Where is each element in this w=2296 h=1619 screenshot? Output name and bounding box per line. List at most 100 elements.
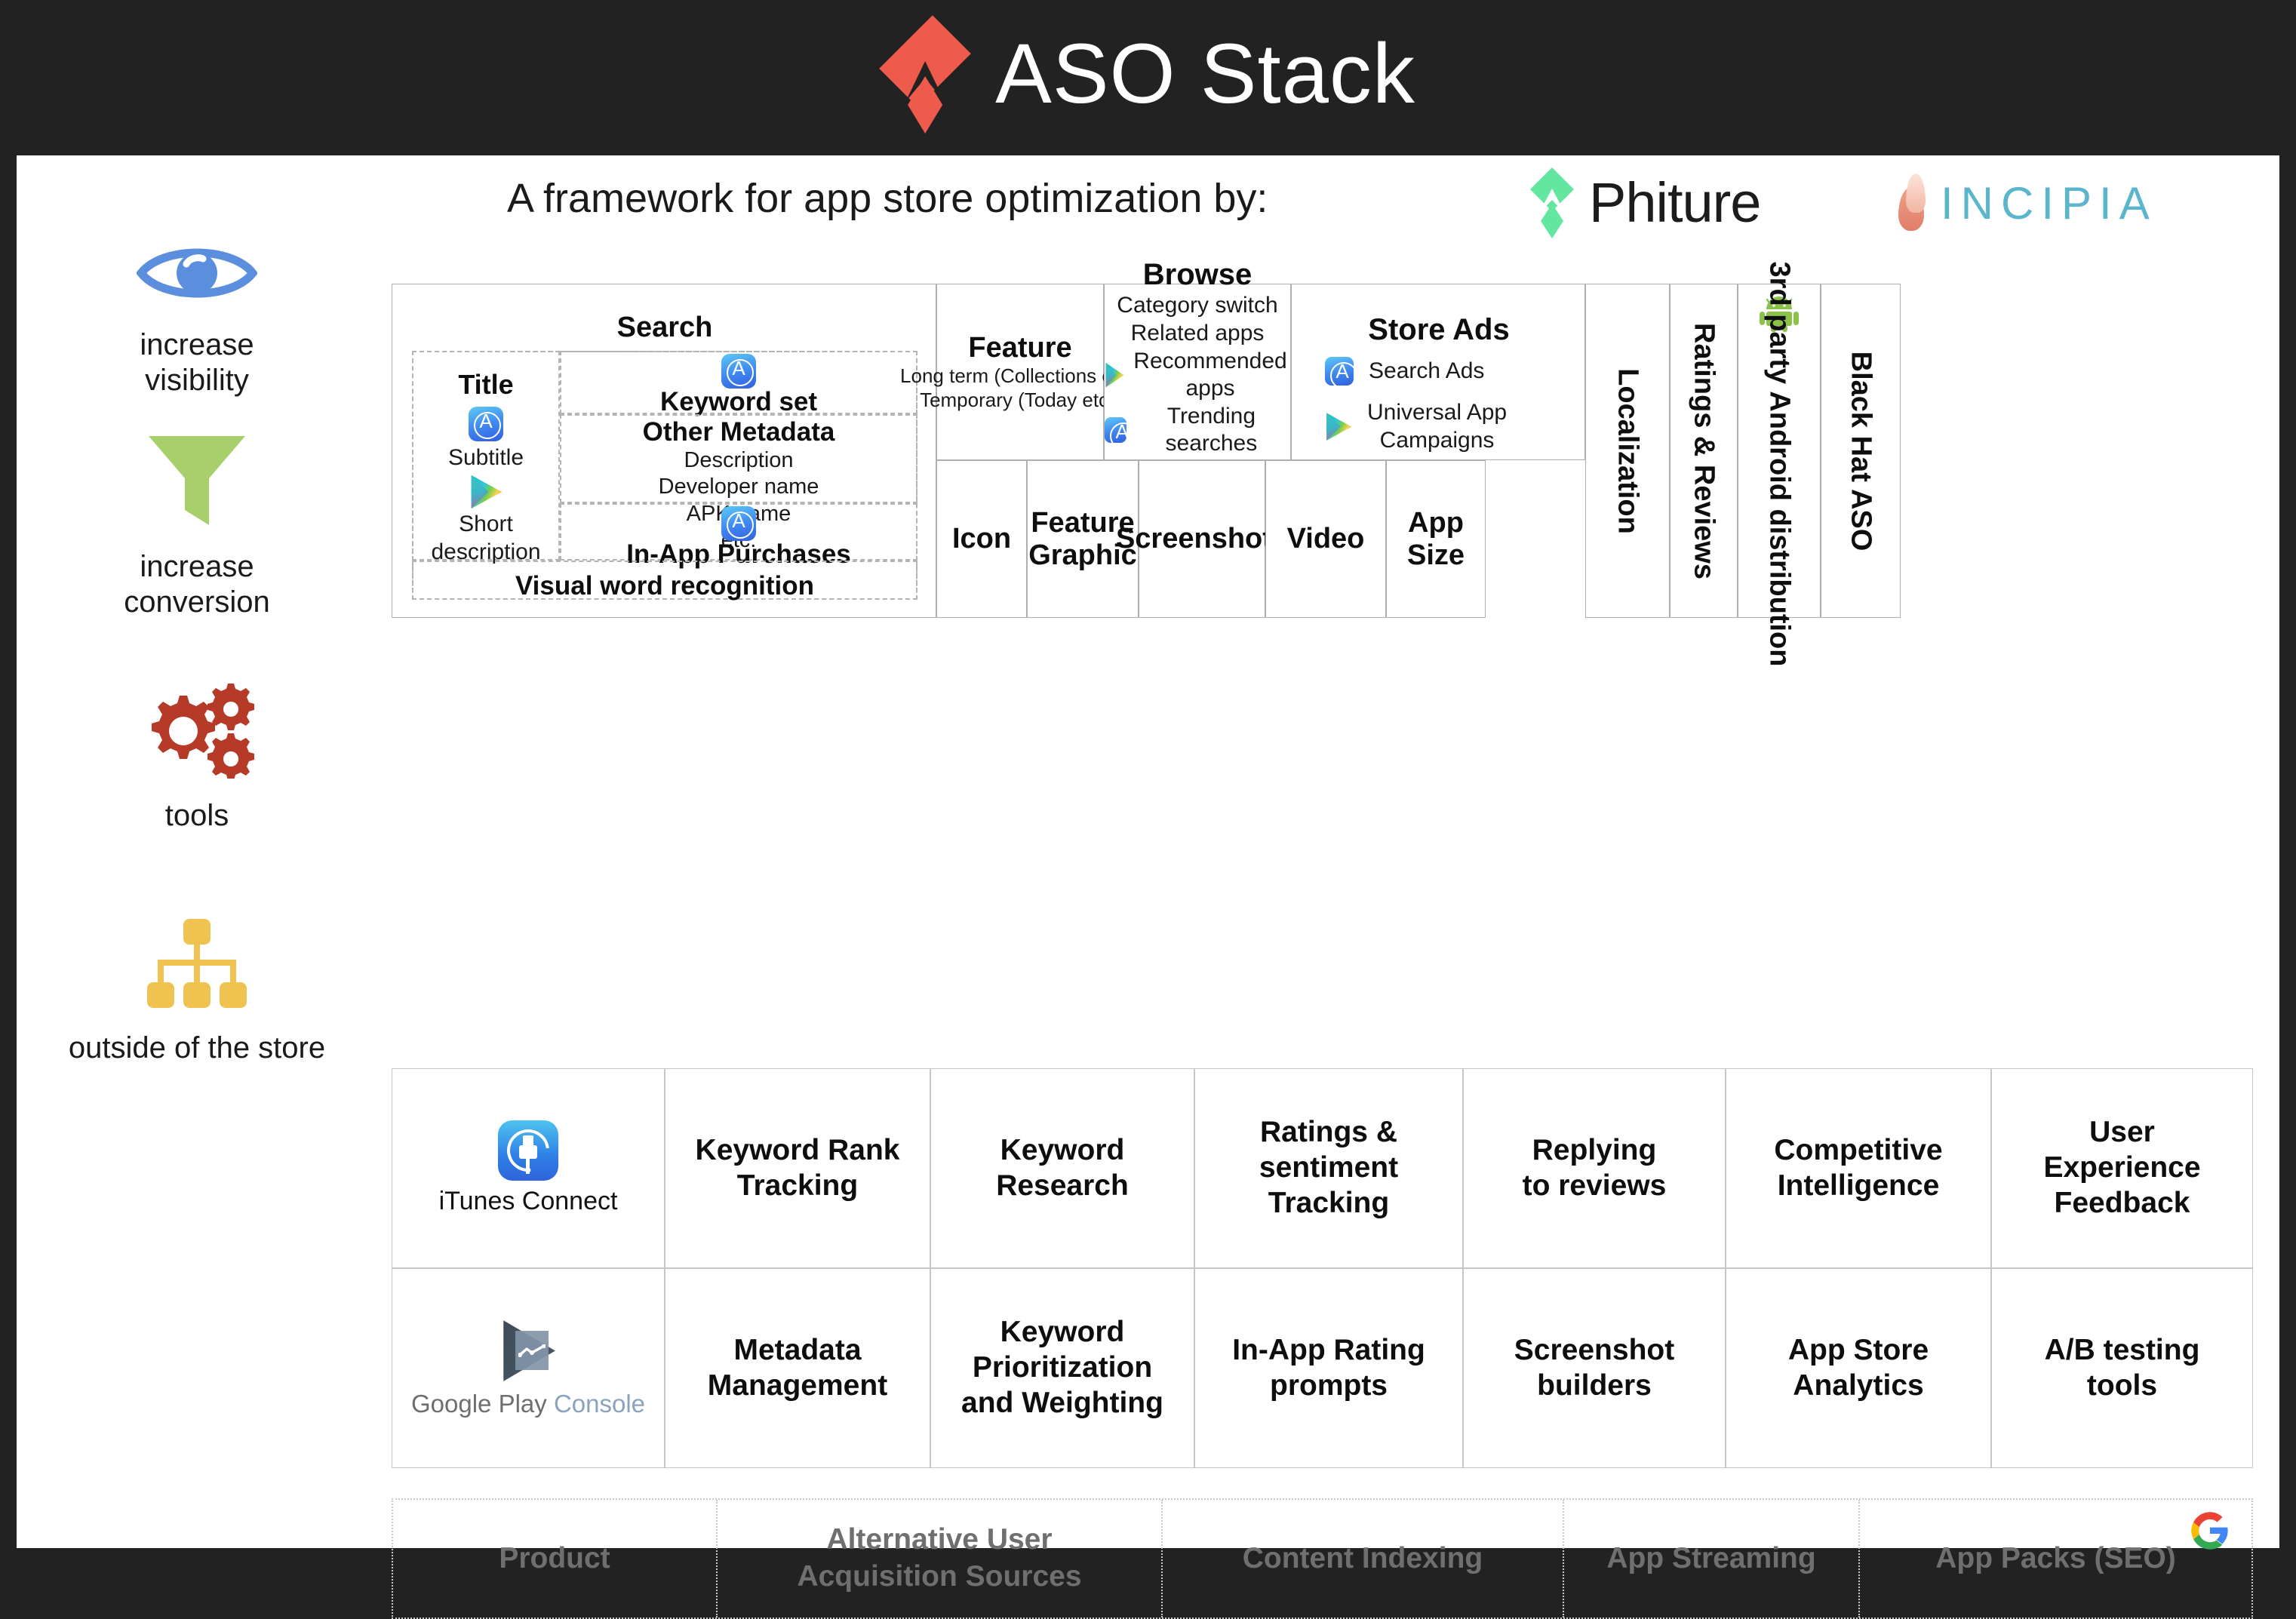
browse-line-1: Category switch (1117, 293, 1278, 318)
incipia-logo: INCIPIA (1895, 174, 2157, 232)
rail-item-tools: tools (17, 679, 377, 834)
outside-cell-content-indexing[interactable]: Content Indexing (1163, 1500, 1564, 1617)
tools-cell-replying-to-reviews[interactable]: Replying to reviews (1463, 1068, 1726, 1268)
outside-label: App Packs (SEO) (1935, 1541, 2176, 1574)
gpc-label-part1: Google Play (410, 1389, 547, 1418)
tools-cell-competitive-intelligence[interactable]: Competitive Intelligence (1726, 1068, 1991, 1268)
tools-cell-keyword-prioritization[interactable]: Keyword Prioritization and Weighting (930, 1268, 1194, 1468)
funnel-icon (144, 432, 250, 530)
cell-black-hat-aso[interactable]: Black Hat ASO (1821, 284, 1901, 618)
google-play-console-icon (499, 1319, 558, 1384)
google-play-icon (1325, 413, 1352, 441)
black-hat-aso-label: Black Hat ASO (1845, 351, 1877, 551)
cell-screenshots[interactable]: Screenshots (1116, 460, 1288, 618)
search-subtitle-item: Subtitle (412, 407, 560, 472)
cell-app-size[interactable]: App Size (1386, 460, 1486, 618)
rail-item-outside-store: outside of the store (17, 917, 377, 1066)
rail-label-visibility: increase visibility (140, 328, 254, 398)
store-ads-search-ads-label: Search Ads (1369, 358, 1485, 383)
browse-line-4: Trending searches (1105, 403, 1290, 458)
cell-ratings-reviews[interactable]: Ratings & Reviews (1670, 284, 1738, 618)
tools-label: User Experience Feedback (2043, 1116, 2201, 1219)
feature-heading: Feature (968, 331, 1072, 364)
browse-heading: Browse (1142, 258, 1253, 292)
app-store-icon (1325, 357, 1360, 389)
tools-cell-metadata-management[interactable]: Metadata Management (665, 1268, 930, 1468)
tools-grid: iTunes Connect Keyword Rank Tracking Keyw… (392, 1068, 2253, 1468)
browse-line-3: Recommended apps (1105, 348, 1290, 403)
tools-cell-user-experience-feedback[interactable]: User Experience Feedback (1991, 1068, 2253, 1268)
tools-label: App Store Analytics (1787, 1333, 1929, 1402)
app-store-icon (469, 407, 503, 441)
category-rail: increasevisibility increaseconversion (17, 238, 377, 1551)
google-play-icon (1105, 362, 1124, 388)
cell-icon[interactable]: Icon (936, 460, 1027, 618)
outside-label: Content Indexing (1242, 1541, 1483, 1574)
outside-label: App Streaming (1606, 1541, 1816, 1574)
outside-cell-alternative-ua[interactable]: Alternative User Acquisition Sources (718, 1500, 1163, 1617)
google-logo-icon (2190, 1510, 2230, 1551)
cell-3rd-party-android[interactable]: 3rd party Android distribution (1738, 262, 1821, 667)
cell-video[interactable]: Video (1265, 460, 1386, 618)
cell-browse[interactable]: Browse Category switch Related apps Reco… (1104, 258, 1291, 484)
search-heading: Search (616, 312, 713, 343)
cell-localization[interactable]: Localization (1585, 284, 1670, 618)
tools-cell-keyword-rank-tracking[interactable]: Keyword Rank Tracking (665, 1068, 930, 1268)
rail-item-visibility: increase visibility (17, 238, 377, 398)
google-play-icon (469, 475, 503, 509)
eye-icon (136, 238, 258, 308)
tools-label: Keyword Research (996, 1133, 1129, 1202)
incipia-flame-icon (1895, 174, 1935, 232)
tools-label: Keyword Prioritization and Weighting (961, 1316, 1163, 1419)
tools-label: Replying to reviews (1522, 1133, 1667, 1202)
diagram-subtitle-row: A framework for app store optimization b… (17, 155, 2279, 246)
outside-label: Product (499, 1541, 610, 1574)
app-store-icon (1105, 417, 1139, 450)
tools-cell-ratings-sentiment-tracking[interactable]: Ratings & sentiment Tracking (1194, 1068, 1463, 1268)
framework-subtitle: A framework for app store optimization b… (507, 176, 1268, 221)
outside-store-row: Product Alternative User Acquisition Sour… (392, 1498, 2253, 1619)
tools-label: A/B testing tools (2044, 1333, 2200, 1402)
tools-cell-screenshot-builders[interactable]: Screenshot builders (1463, 1268, 1726, 1468)
rail-label-conversion: increase conversion (124, 550, 270, 619)
tools-label: Screenshot builders (1514, 1333, 1675, 1402)
phiture-wordmark: Phiture (1589, 171, 1761, 234)
tools-cell-keyword-research[interactable]: Keyword Research (930, 1068, 1194, 1268)
search-title-label: Title (458, 369, 514, 400)
gpc-label-part2: Console (553, 1389, 646, 1418)
rail-item-conversion: increase conversion (17, 432, 377, 620)
3rd-party-android-label: 3rd party Android distribution (1763, 261, 1796, 667)
outside-cell-app-packs-seo[interactable]: App Packs (SEO) (1860, 1500, 2251, 1617)
search-short-description-label: Short description (431, 512, 541, 564)
brand-row: ASO Stack (879, 15, 1415, 138)
cell-store-ads[interactable]: Store Ads Search Ads Universal AppCampai… (1291, 284, 1585, 460)
tools-cell-in-app-rating-prompts[interactable]: In-App Rating prompts (1194, 1268, 1463, 1468)
cell-search[interactable]: Search Title Subtitle Shortdescription (392, 284, 936, 618)
browse-line-2: Related apps (1130, 321, 1265, 346)
tools-cell-google-play-console[interactable]: Google Play Console (392, 1268, 665, 1468)
app-store-icon (721, 506, 756, 541)
cell-feature[interactable]: Feature Long term (Collections etc.) Temp… (900, 284, 1140, 460)
incipia-wordmark: INCIPIA (1941, 177, 2157, 229)
itunes-connect-label: iTunes Connect (438, 1187, 618, 1215)
store-ads-heading: Store Ads (1368, 313, 1510, 346)
phiture-logo: Phiture (1526, 166, 1761, 238)
tools-cell-itunes-connect[interactable]: iTunes Connect (392, 1068, 665, 1268)
tools-label: Metadata Management (707, 1333, 888, 1402)
tools-label: Keyword Rank Tracking (695, 1133, 900, 1202)
app-size-label: App Size (1406, 506, 1465, 571)
tools-label: Ratings & sentiment Tracking (1259, 1116, 1399, 1219)
tools-cell-ab-testing-tools[interactable]: A/B testing tools (1991, 1268, 2253, 1468)
google-play-console-label: Google Play Console (411, 1390, 645, 1418)
gears-icon (137, 679, 257, 780)
outside-cell-app-streaming[interactable]: App Streaming (1564, 1500, 1860, 1617)
rail-label-outside-store: outside of the store (68, 1031, 326, 1064)
search-short-description-item: Short description (412, 475, 560, 566)
screenshots-label: Screenshots (1115, 523, 1289, 555)
tools-cell-app-store-analytics[interactable]: App Store Analytics (1726, 1268, 1991, 1468)
phiture-mark-icon (1526, 166, 1578, 238)
diagram-canvas: A framework for app store optimization b… (17, 155, 2279, 1619)
store-ads-item-uac: Universal App Campaigns (1325, 399, 1507, 454)
icon-label: Icon (951, 523, 1012, 555)
outside-cell-product[interactable]: Product (393, 1500, 718, 1617)
